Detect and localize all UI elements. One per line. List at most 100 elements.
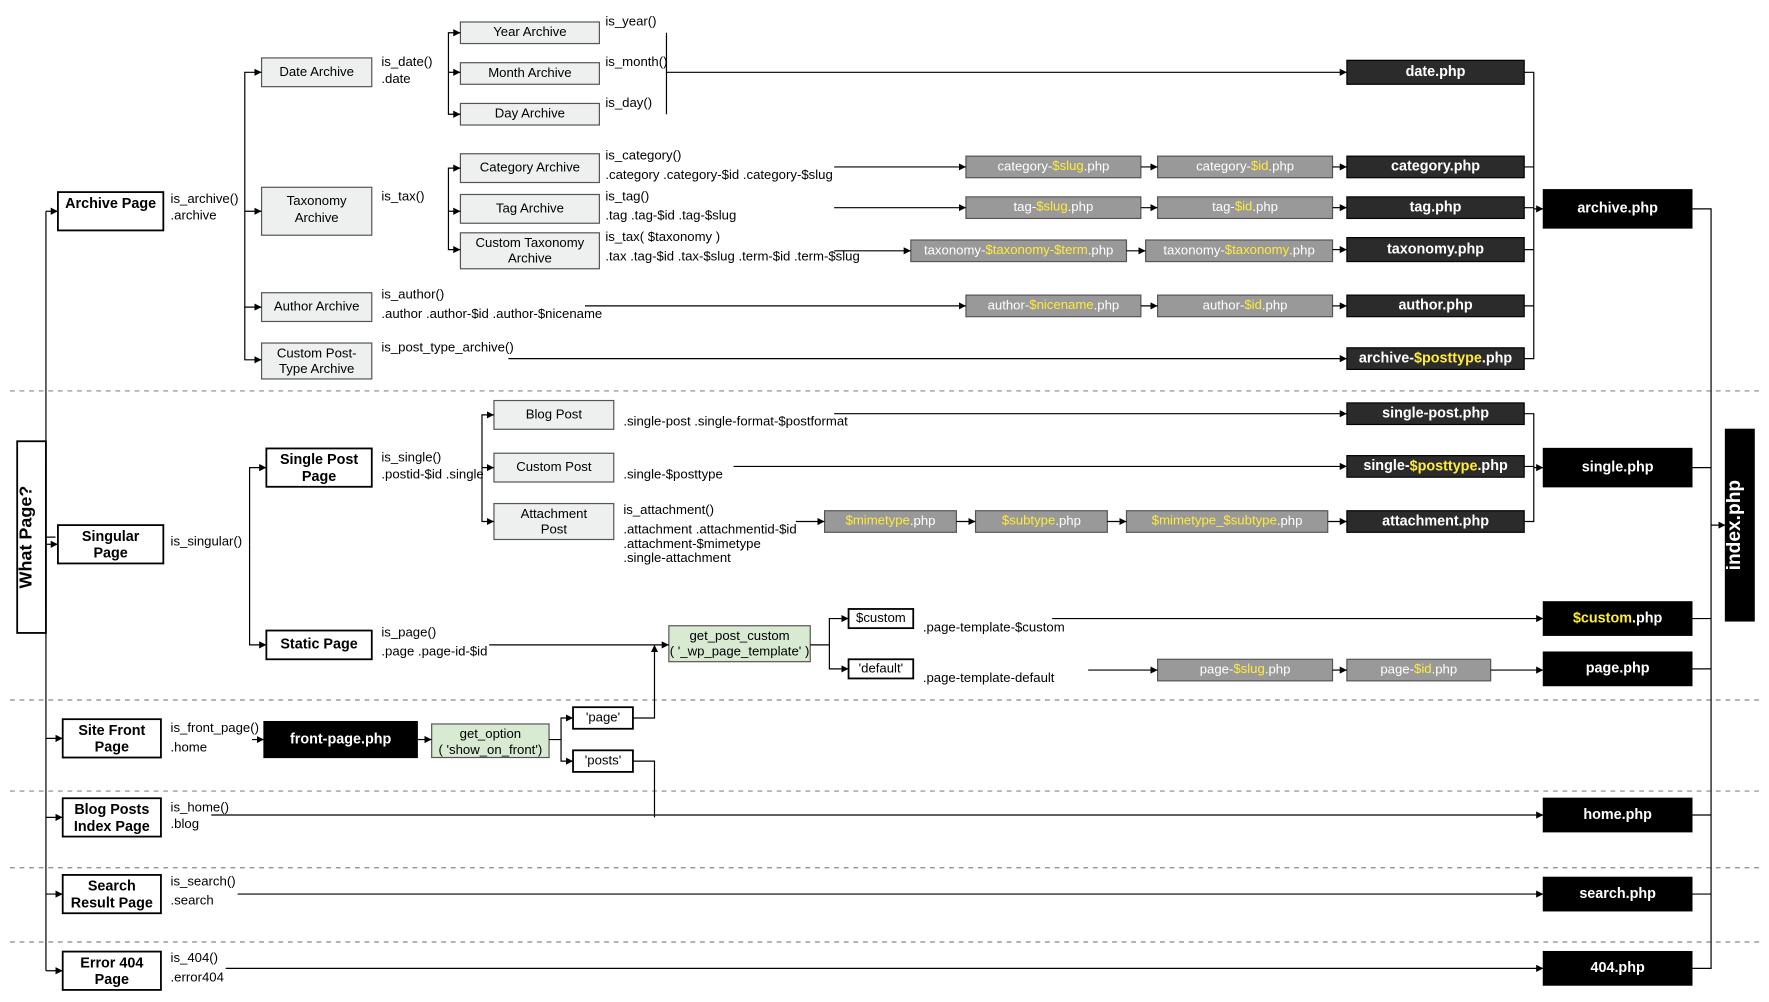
svg-text:Static Page: Static Page <box>280 637 357 653</box>
svg-text:taxonomy.php: taxonomy.php <box>1387 241 1484 257</box>
svg-text:'default': 'default' <box>859 660 904 675</box>
svg-text:is_archive(): is_archive() <box>171 191 239 206</box>
svg-text:.single-$posttype: .single-$posttype <box>623 466 722 481</box>
svg-text:is_author(): is_author() <box>381 287 444 302</box>
front-page-php: front-page.php <box>290 731 392 747</box>
svg-text:taxonomy-$taxonomy-$term.php: taxonomy-$taxonomy-$term.php <box>924 242 1113 257</box>
svg-text:.postid-$id .single: .postid-$id .single <box>381 466 483 481</box>
svg-text:Archive: Archive <box>295 210 339 225</box>
svg-text:get_post_custom: get_post_custom <box>689 628 789 643</box>
svg-text:single-$posttype.php: single-$posttype.php <box>1363 458 1508 474</box>
single-php: single.php <box>1582 459 1654 475</box>
svg-text:Category Archive: Category Archive <box>480 160 580 175</box>
svg-text:( '_wp_page_template' ): ( '_wp_page_template' ) <box>670 644 810 659</box>
svg-text:Site Front: Site Front <box>78 723 145 739</box>
svg-text:Page: Page <box>302 469 336 485</box>
svg-text:get_option: get_option <box>460 726 521 741</box>
svg-text:category-$id.php: category-$id.php <box>1196 158 1294 173</box>
svg-text:Attachment: Attachment <box>521 506 588 521</box>
svg-text:Singular: Singular <box>82 529 140 545</box>
svg-text:Custom Post-: Custom Post- <box>277 345 357 360</box>
svg-text:page.php: page.php <box>1586 661 1650 677</box>
date-php: date.php <box>1406 64 1466 80</box>
search-php: search.php <box>1579 886 1656 902</box>
svg-text:.blog: .blog <box>171 816 200 831</box>
svg-text:Single Post: Single Post <box>280 452 358 468</box>
svg-text:Year Archive: Year Archive <box>493 24 566 39</box>
svg-text:.date: .date <box>381 71 410 86</box>
svg-text:.category .category-$id .categ: .category .category-$id .category-$slug <box>605 167 832 182</box>
root-label: What Page? <box>16 486 36 589</box>
svg-text:Custom Post: Custom Post <box>516 459 592 474</box>
svg-text:Blog Posts: Blog Posts <box>74 802 149 818</box>
svg-text:tag-$slug.php: tag-$slug.php <box>1014 199 1094 214</box>
svg-text:.page-template-default: .page-template-default <box>923 670 1055 685</box>
svg-text:Result Page: Result Page <box>71 895 153 911</box>
svg-text:author-$id.php: author-$id.php <box>1203 297 1288 312</box>
svg-text:$subtype.php: $subtype.php <box>1002 513 1081 528</box>
archive-php: archive.php <box>1577 201 1658 217</box>
svg-text:Day Archive: Day Archive <box>495 106 565 121</box>
svg-text:Page: Page <box>95 740 129 756</box>
svg-text:.tax .tag-$id .tax-$slug .term: .tax .tag-$id .tax-$slug .term-$id .term… <box>605 248 859 263</box>
svg-text:is_year(): is_year() <box>605 13 656 28</box>
svg-text:archive-$posttype.php: archive-$posttype.php <box>1359 350 1512 366</box>
taxonomy-archive: Taxonomy <box>287 193 347 208</box>
svg-text:.home: .home <box>171 739 208 754</box>
svg-text:tag.php: tag.php <box>1410 199 1462 215</box>
svg-text:.page-template-$custom: .page-template-$custom <box>923 620 1065 635</box>
svg-text:'page': 'page' <box>586 709 620 724</box>
svg-text:is_category(): is_category() <box>605 148 681 163</box>
date-archive: Date Archive <box>279 64 354 79</box>
svg-text:( 'show_on_front'): ( 'show_on_front') <box>438 742 542 757</box>
svg-text:is_month(): is_month() <box>605 54 667 69</box>
svg-text:Tag Archive: Tag Archive <box>496 200 564 215</box>
svg-text:'posts': 'posts' <box>585 753 621 768</box>
svg-text:is_search(): is_search() <box>171 874 236 889</box>
svg-text:$custom.php: $custom.php <box>1573 610 1663 626</box>
svg-text:taxonomy-$taxonomy.php: taxonomy-$taxonomy.php <box>1163 242 1314 257</box>
svg-text:attachment.php: attachment.php <box>1382 513 1489 529</box>
svg-text:.author .author-$id .author-$n: .author .author-$id .author-$nicename <box>381 306 602 321</box>
svg-text:is_tax( $taxonomy ): is_tax( $taxonomy ) <box>605 229 720 244</box>
svg-text:is_tax(): is_tax() <box>381 188 424 203</box>
svg-text:is_front_page(): is_front_page() <box>171 720 260 735</box>
svg-text:category-$slug.php: category-$slug.php <box>997 158 1109 173</box>
svg-text:Error 404: Error 404 <box>80 955 143 971</box>
svg-text:Post: Post <box>541 521 568 536</box>
svg-text:Author Archive: Author Archive <box>274 299 360 314</box>
svg-text:is_attachment(): is_attachment() <box>623 502 714 517</box>
svg-text:is_singular(): is_singular() <box>171 533 243 548</box>
svg-text:$mimetype.php: $mimetype.php <box>846 513 936 528</box>
svg-text:.tag .tag-$id .tag-$slug: .tag .tag-$id .tag-$slug <box>605 208 736 223</box>
svg-text:page-$slug.php: page-$slug.php <box>1200 662 1291 677</box>
svg-text:is_page(): is_page() <box>381 624 436 639</box>
svg-text:Type Archive: Type Archive <box>279 361 354 376</box>
final-target: index.php <box>1724 480 1745 570</box>
svg-text:category.php: category.php <box>1391 159 1480 175</box>
svg-text:tag-$id.php: tag-$id.php <box>1212 199 1278 214</box>
svg-text:Archive: Archive <box>508 251 552 266</box>
svg-text:Page: Page <box>93 546 127 562</box>
svg-text:is_tag(): is_tag() <box>605 188 649 203</box>
svg-text:$custom: $custom <box>856 610 906 625</box>
svg-text:.attachment-$mimetype: .attachment-$mimetype <box>623 536 760 551</box>
svg-text:Index Page: Index Page <box>74 819 150 835</box>
svg-text:Custom Taxonomy: Custom Taxonomy <box>476 235 585 250</box>
svg-text:$mimetype_$subtype.php: $mimetype_$subtype.php <box>1152 513 1303 528</box>
svg-text:Page: Page <box>95 972 129 988</box>
svg-text:is_404(): is_404() <box>171 950 219 965</box>
svg-text:page-$id.php: page-$id.php <box>1380 662 1457 677</box>
svg-text:.error404: .error404 <box>171 969 224 984</box>
svg-text:is_home(): is_home() <box>171 799 230 814</box>
404-php: 404.php <box>1590 960 1644 976</box>
svg-text:is_single(): is_single() <box>381 450 441 465</box>
svg-text:author-$nicename.php: author-$nicename.php <box>988 297 1120 312</box>
svg-text:is_post_type_archive(): is_post_type_archive() <box>381 339 513 354</box>
svg-text:Blog Post: Blog Post <box>526 406 583 421</box>
svg-text:is_day(): is_day() <box>605 95 652 110</box>
svg-text:.page .page-id-$id: .page .page-id-$id <box>381 644 487 659</box>
svg-text:Search: Search <box>88 879 136 895</box>
home-php: home.php <box>1583 807 1652 823</box>
svg-text:single-post.php: single-post.php <box>1382 406 1489 422</box>
